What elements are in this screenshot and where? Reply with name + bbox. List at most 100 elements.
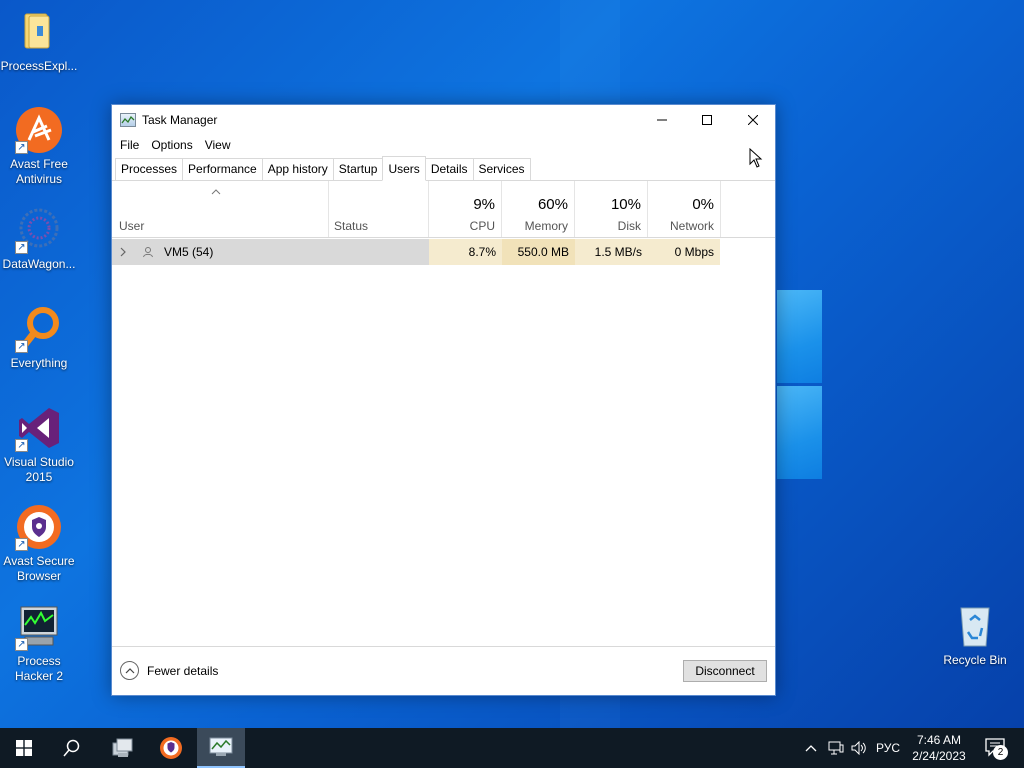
title-bar[interactable]: Task Manager xyxy=(112,105,775,135)
column-cpu-label: CPU xyxy=(469,219,495,233)
row-cpu: 8.7% xyxy=(429,239,502,265)
network-total-percent: 0% xyxy=(692,196,714,213)
start-button[interactable] xyxy=(0,728,48,768)
desktop-icon-label: Avast Secure Browser xyxy=(3,554,75,583)
folder-icon xyxy=(15,8,63,56)
column-network[interactable]: 0% Network xyxy=(648,181,721,237)
minimize-icon xyxy=(657,119,667,121)
windows-logo-icon xyxy=(16,740,32,756)
search-button[interactable] xyxy=(48,728,96,768)
desktop-icon-label: Avast Free Antivirus xyxy=(10,157,68,186)
speaker-icon xyxy=(851,741,866,755)
tab-users[interactable]: Users xyxy=(382,156,426,181)
fewer-details-button[interactable]: Fewer details xyxy=(120,661,218,680)
minimize-button[interactable] xyxy=(639,105,685,135)
column-disk[interactable]: 10% Disk xyxy=(575,181,648,237)
row-memory: 550.0 MB xyxy=(502,239,575,265)
shortcut-arrow-icon: ↗ xyxy=(15,141,28,154)
column-memory[interactable]: 60% Memory xyxy=(502,181,575,237)
shortcut-arrow-icon: ↗ xyxy=(15,638,28,651)
desktop-icon-label: Process Hacker 2 xyxy=(14,654,64,683)
everything-search-icon: ↗ xyxy=(15,305,63,353)
expand-chevron-icon[interactable] xyxy=(120,239,132,265)
taskbar: РУС 7:46 AM 2/24/2023 2 xyxy=(0,728,1024,768)
language-label: РУС xyxy=(875,741,901,755)
sort-ascending-icon xyxy=(211,189,221,195)
desktop-icon-datawagon[interactable]: ↗ DataWagon... xyxy=(0,206,78,272)
tab-strip: Processes Performance App history Startu… xyxy=(112,156,775,181)
desktop-icon-recycle-bin[interactable]: Recycle Bin xyxy=(936,602,1014,668)
table-row[interactable]: VM5 (54) 8.7% 550.0 MB 1.5 MB/s 0 Mbps xyxy=(112,239,720,265)
clock-time: 7:46 AM xyxy=(916,733,962,747)
desktop-icon-everything[interactable]: ↗ Everything xyxy=(0,305,78,371)
tab-details[interactable]: Details xyxy=(424,158,474,180)
avast-browser-icon xyxy=(160,737,182,759)
row-user: VM5 (54) xyxy=(164,245,214,259)
shortcut-arrow-icon: ↗ xyxy=(15,538,28,551)
desktop-icon-avast-browser[interactable]: ↗ Avast Secure Browser xyxy=(0,503,78,584)
taskbar-app-unknown[interactable] xyxy=(98,728,146,768)
search-icon xyxy=(63,739,80,757)
mouse-cursor-icon xyxy=(749,148,763,168)
menu-file[interactable]: File xyxy=(115,138,146,152)
volume-tray-button[interactable] xyxy=(848,728,870,768)
action-center-button[interactable]: 2 xyxy=(976,728,1016,768)
clock-button[interactable]: 7:46 AM 2/24/2023 xyxy=(906,728,972,768)
window-footer: Fewer details Disconnect xyxy=(112,646,775,695)
window-title: Task Manager xyxy=(142,113,218,127)
menu-view[interactable]: View xyxy=(200,138,238,152)
table-header: User Status 9% CPU 60% Memory 10% Disk 0… xyxy=(112,181,775,238)
chevron-up-icon xyxy=(805,745,817,752)
desktop-icon-processexplorer[interactable]: ProcessExpl... xyxy=(0,8,78,74)
desktop-icon-label: DataWagon... xyxy=(2,257,76,271)
column-network-label: Network xyxy=(669,219,714,233)
notification-count-badge: 2 xyxy=(993,745,1008,760)
input-language-button[interactable]: РУС xyxy=(872,728,904,768)
cpu-total-percent: 9% xyxy=(473,196,495,213)
close-icon xyxy=(748,115,758,125)
taskbar-avast-browser[interactable] xyxy=(147,728,195,768)
close-button[interactable] xyxy=(730,105,776,135)
desktop-icon-avast[interactable]: ↗ Avast Free Antivirus xyxy=(0,106,78,187)
task-manager-icon xyxy=(209,737,233,756)
desktop-icon-label: Visual Studio 2015 xyxy=(4,455,74,484)
maximize-button[interactable] xyxy=(684,105,730,135)
tab-services[interactable]: Services xyxy=(472,158,531,180)
column-user-label: User xyxy=(119,219,145,233)
datawagon-icon: ↗ xyxy=(15,206,63,254)
column-status[interactable]: Status xyxy=(329,181,429,237)
disk-total-percent: 10% xyxy=(610,196,641,213)
desktop-icon-process-hacker[interactable]: ↗ Process Hacker 2 xyxy=(0,603,78,684)
desktop-icon-label: ProcessExpl... xyxy=(0,59,78,73)
visual-studio-icon: ↗ xyxy=(15,404,63,452)
tab-app-history[interactable]: App history xyxy=(261,158,334,180)
desktop-icon-label: Recycle Bin xyxy=(943,653,1007,667)
shortcut-arrow-icon: ↗ xyxy=(15,241,28,254)
recycle-bin-icon xyxy=(951,602,999,650)
clock-date: 2/24/2023 xyxy=(912,749,966,763)
column-cpu[interactable]: 9% CPU xyxy=(429,181,502,237)
avast-icon: ↗ xyxy=(15,106,63,154)
chevron-up-icon xyxy=(120,661,139,680)
column-memory-label: Memory xyxy=(524,219,568,233)
tab-performance[interactable]: Performance xyxy=(182,158,263,180)
desktop-icon-visual-studio[interactable]: ↗ Visual Studio 2015 xyxy=(0,404,78,485)
process-hacker-icon: ↗ xyxy=(15,603,63,651)
disconnect-button[interactable]: Disconnect xyxy=(683,660,767,682)
task-manager-icon xyxy=(120,113,136,127)
user-icon xyxy=(142,239,156,265)
network-tray-button[interactable] xyxy=(824,728,848,768)
tab-processes[interactable]: Processes xyxy=(115,158,184,180)
taskbar-task-manager[interactable] xyxy=(197,728,245,768)
show-hidden-icons-button[interactable] xyxy=(800,728,822,768)
avast-browser-icon: ↗ xyxy=(15,503,63,551)
row-network: 0 Mbps xyxy=(648,239,720,265)
task-manager-window: Task Manager File Options View Processes… xyxy=(111,104,776,696)
maximize-icon xyxy=(702,115,712,125)
tab-startup[interactable]: Startup xyxy=(332,158,384,180)
column-disk-label: Disk xyxy=(617,219,641,233)
fewer-details-label: Fewer details xyxy=(147,663,219,678)
row-status xyxy=(334,239,429,265)
menu-options[interactable]: Options xyxy=(146,138,199,152)
column-user[interactable]: User xyxy=(112,181,329,237)
